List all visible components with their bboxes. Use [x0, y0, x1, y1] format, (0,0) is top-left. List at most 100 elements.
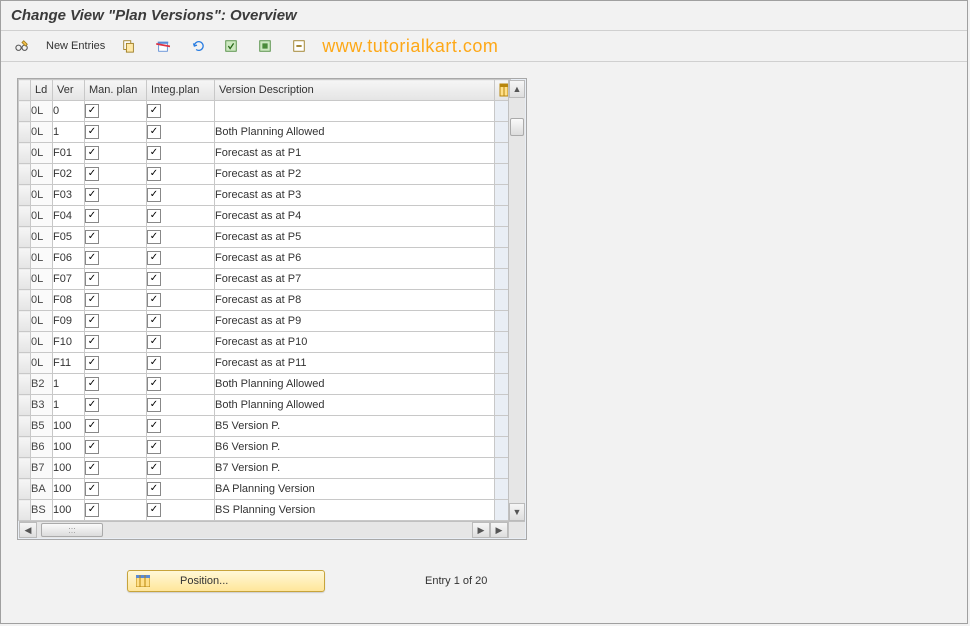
- man-plan-checkbox[interactable]: [85, 167, 99, 181]
- table-row[interactable]: 0L1Both Planning Allowed: [19, 122, 511, 143]
- cell-ver[interactable]: 100: [53, 416, 85, 437]
- row-selector[interactable]: [19, 479, 31, 500]
- cell-description[interactable]: Forecast as at P5: [215, 227, 495, 248]
- col-header-desc[interactable]: Version Description: [215, 80, 495, 101]
- row-selector[interactable]: [19, 143, 31, 164]
- horizontal-scroll-thumb[interactable]: :::: [41, 523, 103, 537]
- man-plan-checkbox[interactable]: [85, 293, 99, 307]
- col-header-integ-plan[interactable]: Integ.plan: [147, 80, 215, 101]
- table-row[interactable]: 0LF01Forecast as at P1: [19, 143, 511, 164]
- cell-description[interactable]: Forecast as at P9: [215, 311, 495, 332]
- cell-ld[interactable]: B3: [31, 395, 53, 416]
- table-row[interactable]: B31Both Planning Allowed: [19, 395, 511, 416]
- cell-ver[interactable]: 100: [53, 437, 85, 458]
- row-selector[interactable]: [19, 374, 31, 395]
- integ-plan-checkbox[interactable]: [147, 272, 161, 286]
- scroll-down-arrow[interactable]: ▼: [509, 503, 525, 521]
- man-plan-checkbox[interactable]: [85, 251, 99, 265]
- cell-description[interactable]: Forecast as at P8: [215, 290, 495, 311]
- row-selector[interactable]: [19, 416, 31, 437]
- cell-ver[interactable]: F08: [53, 290, 85, 311]
- cell-description[interactable]: Forecast as at P10: [215, 332, 495, 353]
- cell-ld[interactable]: B2: [31, 374, 53, 395]
- cell-ver[interactable]: 1: [53, 374, 85, 395]
- integ-plan-checkbox[interactable]: [147, 314, 161, 328]
- man-plan-checkbox[interactable]: [85, 356, 99, 370]
- table-row[interactable]: 0LF11Forecast as at P11: [19, 353, 511, 374]
- select-all-button[interactable]: [216, 35, 246, 57]
- cell-description[interactable]: Forecast as at P4: [215, 206, 495, 227]
- cell-ver[interactable]: 100: [53, 479, 85, 500]
- integ-plan-checkbox[interactable]: [147, 188, 161, 202]
- cell-ld[interactable]: BA: [31, 479, 53, 500]
- cell-ld[interactable]: 0L: [31, 248, 53, 269]
- cell-ld[interactable]: 0L: [31, 353, 53, 374]
- man-plan-checkbox[interactable]: [85, 335, 99, 349]
- row-selector[interactable]: [19, 311, 31, 332]
- man-plan-checkbox[interactable]: [85, 314, 99, 328]
- cell-ld[interactable]: 0L: [31, 311, 53, 332]
- cell-description[interactable]: Forecast as at P1: [215, 143, 495, 164]
- integ-plan-checkbox[interactable]: [147, 251, 161, 265]
- cell-ver[interactable]: F02: [53, 164, 85, 185]
- man-plan-checkbox[interactable]: [85, 398, 99, 412]
- cell-ld[interactable]: 0L: [31, 227, 53, 248]
- row-selector[interactable]: [19, 500, 31, 521]
- scroll-right-arrow[interactable]: ▶: [472, 522, 490, 538]
- scroll-right-end-arrow[interactable]: ▶: [490, 522, 508, 538]
- man-plan-checkbox[interactable]: [85, 440, 99, 454]
- cell-ver[interactable]: 1: [53, 122, 85, 143]
- table-row[interactable]: B5100 B5 Version P.: [19, 416, 511, 437]
- vertical-scroll-thumb[interactable]: [510, 118, 524, 136]
- scroll-left-arrow[interactable]: ◀: [19, 522, 37, 538]
- undo-change-button[interactable]: [182, 35, 212, 57]
- row-selector[interactable]: [19, 353, 31, 374]
- horizontal-scrollbar[interactable]: ◀ ::: ▶ ▶: [19, 521, 508, 538]
- cell-ver[interactable]: 0: [53, 101, 85, 122]
- table-row[interactable]: 0LF10Forecast as at P10: [19, 332, 511, 353]
- copy-as-button[interactable]: [114, 35, 144, 57]
- cell-description[interactable]: [215, 101, 495, 122]
- cell-ver[interactable]: F06: [53, 248, 85, 269]
- integ-plan-checkbox[interactable]: [147, 440, 161, 454]
- cell-ld[interactable]: B5: [31, 416, 53, 437]
- cell-description[interactable]: Forecast as at P7: [215, 269, 495, 290]
- row-selector-header[interactable]: [19, 80, 31, 101]
- man-plan-checkbox[interactable]: [85, 146, 99, 160]
- table-row[interactable]: B6100B6 Version P.: [19, 437, 511, 458]
- row-selector[interactable]: [19, 290, 31, 311]
- integ-plan-checkbox[interactable]: [147, 461, 161, 475]
- row-selector[interactable]: [19, 269, 31, 290]
- table-row[interactable]: 0LF08Forecast as at P8: [19, 290, 511, 311]
- table-row[interactable]: 0LF06 Forecast as at P6: [19, 248, 511, 269]
- cell-ver[interactable]: 1: [53, 395, 85, 416]
- cell-ld[interactable]: 0L: [31, 332, 53, 353]
- integ-plan-checkbox[interactable]: [147, 167, 161, 181]
- cell-ld[interactable]: 0L: [31, 206, 53, 227]
- cell-description[interactable]: B7 Version P.: [215, 458, 495, 479]
- cell-description[interactable]: B5 Version P.: [215, 416, 495, 437]
- cell-ld[interactable]: 0L: [31, 101, 53, 122]
- integ-plan-checkbox[interactable]: [147, 398, 161, 412]
- cell-ver[interactable]: F01: [53, 143, 85, 164]
- delete-button[interactable]: [148, 35, 178, 57]
- table-row[interactable]: 0LF07Forecast as at P7: [19, 269, 511, 290]
- table-row[interactable]: BS100BS Planning Version: [19, 500, 511, 521]
- integ-plan-checkbox[interactable]: [147, 230, 161, 244]
- cell-description[interactable]: Forecast as at P6: [215, 248, 495, 269]
- new-entries-button[interactable]: New Entries: [41, 35, 110, 57]
- cell-description[interactable]: Both Planning Allowed: [215, 374, 495, 395]
- man-plan-checkbox[interactable]: [85, 125, 99, 139]
- man-plan-checkbox[interactable]: [85, 272, 99, 286]
- cell-ld[interactable]: 0L: [31, 185, 53, 206]
- man-plan-checkbox[interactable]: [85, 188, 99, 202]
- cell-ld[interactable]: 0L: [31, 122, 53, 143]
- table-row[interactable]: 0LF04Forecast as at P4: [19, 206, 511, 227]
- table-row[interactable]: BA100BA Planning Version: [19, 479, 511, 500]
- cell-ver[interactable]: F11: [53, 353, 85, 374]
- integ-plan-checkbox[interactable]: [147, 419, 161, 433]
- cell-ld[interactable]: 0L: [31, 269, 53, 290]
- table-row[interactable]: 0LF09Forecast as at P9: [19, 311, 511, 332]
- cell-ld[interactable]: BS: [31, 500, 53, 521]
- row-selector[interactable]: [19, 437, 31, 458]
